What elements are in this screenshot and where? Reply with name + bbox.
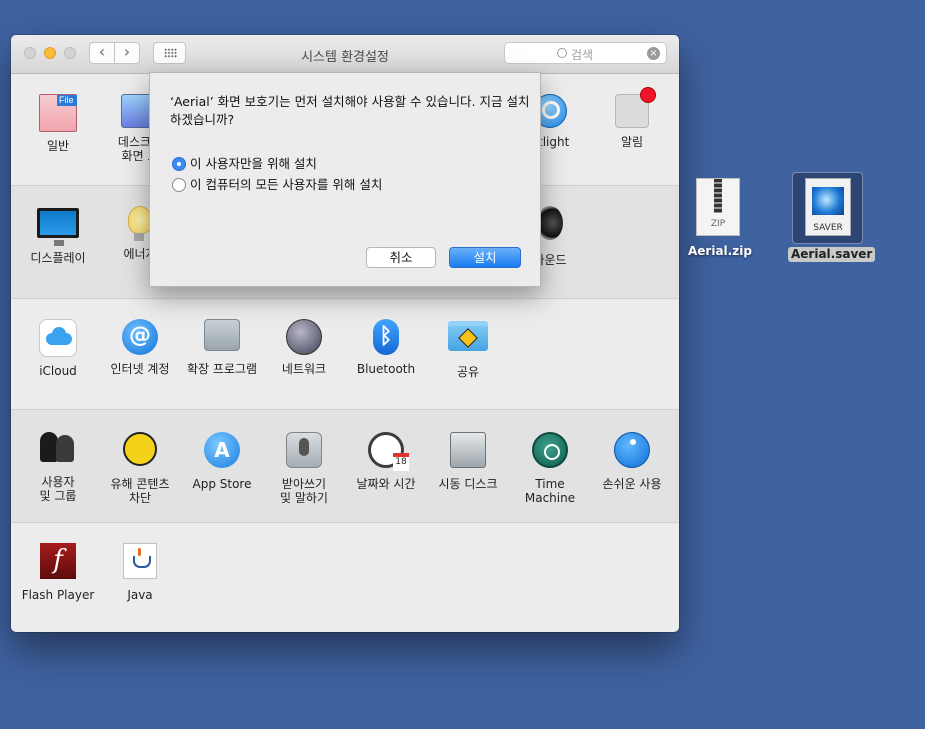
radio-label: 이 컴퓨터의 모든 사용자를 위해 설치	[190, 177, 383, 192]
pref-label: 시동 디스크	[438, 477, 498, 491]
file-label: Aerial.zip	[688, 244, 752, 258]
pref-label: 알림	[620, 135, 644, 149]
radio-selected-icon[interactable]	[172, 157, 186, 171]
pref-displays[interactable]: 디스플레이	[17, 208, 99, 265]
pref-row-internet: iCloud @ 인터넷 계정 확장 프로그램 네트워크 ᛒ Bluetooth…	[11, 297, 679, 409]
java-icon	[123, 543, 157, 579]
pref-date-time[interactable]: 날짜와 시간	[345, 432, 427, 491]
pref-row-other: f Flash Player Java	[11, 521, 679, 632]
install-button[interactable]: 설치	[449, 247, 521, 268]
pref-label: 날짜와 시간	[356, 477, 416, 491]
pref-label: App Store	[192, 477, 252, 491]
file-label[interactable]: Aerial.saver	[788, 247, 876, 262]
network-icon	[286, 319, 322, 355]
title-bar[interactable]: ‹ › 시스템 환경설정 검색 ×	[11, 35, 679, 74]
install-message: ‘Aerial’ 화면 보호기는 먼저 설치해야 사용할 수 있습니다. 지금 …	[170, 94, 530, 127]
search-placeholder: 검색	[571, 48, 594, 62]
pref-notifications[interactable]: 알림	[591, 87, 673, 149]
pref-label: 인터넷 계정	[110, 362, 170, 376]
sharing-icon	[448, 321, 488, 351]
pref-time-machine[interactable]: Time Machine	[509, 432, 591, 505]
pref-label: Flash Player	[21, 588, 95, 602]
radio-install-user[interactable]: 이 사용자만을 위해 설치	[172, 153, 317, 172]
pref-label: 네트워크	[281, 362, 327, 376]
accessibility-icon	[614, 432, 650, 468]
zip-file-icon: ZIP	[696, 178, 740, 236]
pref-label: 일반	[46, 139, 70, 153]
saver-badge: SAVER	[813, 223, 843, 233]
time-machine-icon	[532, 432, 568, 468]
general-icon: File	[39, 94, 77, 132]
pref-label: 사용자 및 그룹	[39, 475, 77, 503]
clear-search-icon[interactable]: ×	[647, 47, 660, 60]
radio-install-all-users[interactable]: 이 컴퓨터의 모든 사용자를 위해 설치	[172, 174, 382, 193]
parental-controls-icon	[123, 432, 157, 466]
desktop-file-zip[interactable]: ZIP Aerial.zip	[688, 178, 752, 258]
pref-label: 유해 콘텐츠 차단	[110, 477, 170, 505]
pref-parental-controls[interactable]: 유해 콘텐츠 차단	[99, 432, 181, 505]
pref-general[interactable]: File 일반	[17, 94, 99, 153]
cancel-button[interactable]: 취소	[366, 247, 436, 268]
pref-label: 손쉬운 사용	[602, 477, 662, 491]
bluetooth-icon: ᛒ	[373, 319, 399, 355]
pref-label: 공유	[456, 365, 480, 379]
pref-network[interactable]: 네트워크	[263, 319, 345, 376]
pref-java[interactable]: Java	[99, 543, 181, 602]
pref-label: Java	[127, 588, 153, 602]
pref-extensions[interactable]: 확장 프로그램	[181, 319, 263, 376]
extensions-icon	[204, 319, 240, 351]
pref-dictation-speech[interactable]: 받아쓰기 및 말하기	[263, 432, 345, 505]
radio-unselected-icon[interactable]	[172, 178, 186, 192]
date-time-icon	[368, 432, 409, 471]
pref-label: 받아쓰기 및 말하기	[280, 477, 328, 505]
notifications-icon	[615, 87, 656, 128]
app-store-icon: A	[204, 432, 240, 468]
internet-accounts-icon: @	[122, 319, 158, 355]
radio-label: 이 사용자만을 위해 설치	[190, 156, 317, 171]
install-sheet: ‘Aerial’ 화면 보호기는 먼저 설치해야 사용할 수 있습니다. 지금 …	[149, 72, 541, 287]
flash-icon: f	[40, 543, 76, 579]
startup-disk-icon	[450, 432, 486, 468]
saver-file-icon[interactable]: SAVER	[805, 178, 851, 236]
pref-icloud[interactable]: iCloud	[17, 319, 99, 378]
pref-label: Time Machine	[524, 477, 576, 505]
pref-row-system: 사용자 및 그룹 유해 콘텐츠 차단 A App Store 받아쓰기 및 말하…	[11, 409, 679, 523]
pref-accessibility[interactable]: 손쉬운 사용	[591, 432, 673, 491]
pref-label: Bluetooth	[356, 362, 416, 376]
pref-users-groups[interactable]: 사용자 및 그룹	[17, 432, 99, 503]
pref-internet-accounts[interactable]: @ 인터넷 계정	[99, 319, 181, 376]
users-icon	[38, 432, 78, 464]
pref-label: iCloud	[39, 364, 77, 378]
pref-app-store[interactable]: A App Store	[181, 432, 263, 491]
pref-startup-disk[interactable]: 시동 디스크	[427, 432, 509, 491]
icloud-icon	[39, 319, 77, 357]
display-icon	[37, 208, 79, 246]
pref-bluetooth[interactable]: ᛒ Bluetooth	[345, 319, 427, 376]
zip-badge: ZIP	[710, 219, 726, 229]
pref-flash-player[interactable]: f Flash Player	[17, 543, 99, 602]
pref-label: 확장 프로그램	[186, 362, 258, 376]
pref-sharing[interactable]: 공유	[427, 321, 509, 379]
dictation-icon	[286, 432, 322, 468]
pref-label: 디스플레이	[30, 251, 86, 265]
search-field[interactable]: 검색 ×	[504, 42, 667, 64]
